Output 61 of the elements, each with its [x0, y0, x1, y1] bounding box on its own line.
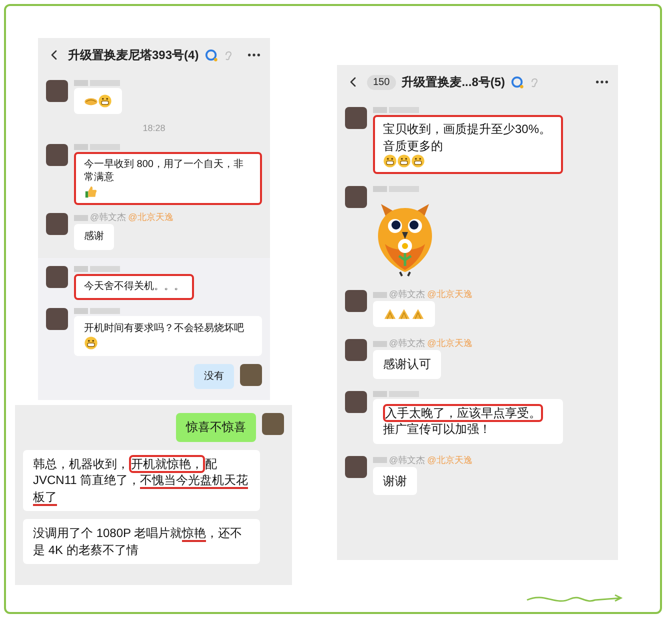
- blurred-name: [90, 308, 120, 314]
- blurred-name: [373, 457, 387, 463]
- grin-emoji-icon: [383, 154, 397, 168]
- blurred-name: [90, 266, 120, 272]
- group-icon[interactable]: [511, 76, 524, 88]
- message-text: 今天舍不得关机。。。: [84, 280, 184, 294]
- avatar-placeholder[interactable]: [240, 364, 262, 386]
- blurred-name: [373, 292, 387, 298]
- message-text: 没有: [204, 370, 224, 384]
- blurred-name: [74, 308, 88, 314]
- chat-title: 升级置换麦...8号(5): [402, 74, 506, 91]
- sender-name: @北京天逸: [128, 213, 174, 222]
- clapping-hands-icon: [397, 307, 411, 321]
- avatar-placeholder[interactable]: [46, 213, 68, 235]
- avatar-placeholder[interactable]: [345, 107, 367, 129]
- unread-count-badge[interactable]: 150: [367, 74, 396, 90]
- clapping-hands-icon: [383, 307, 397, 321]
- blurred-name: [373, 107, 387, 113]
- avatar-placeholder[interactable]: [46, 266, 68, 288]
- message-text: 开机时间有要求吗？不会轻易烧坏吧: [84, 322, 244, 336]
- sender-name: @韩文杰: [90, 213, 126, 222]
- grin-emoji-icon: [397, 154, 411, 168]
- avatar-placeholder[interactable]: [345, 456, 367, 478]
- thumbs-up-icon: [84, 185, 98, 199]
- blurred-name: [74, 80, 88, 86]
- sender-name: @韩文杰: [389, 290, 426, 299]
- message-text: 宝贝收到，画质提升至少30%。音质更多的: [383, 121, 552, 154]
- clapping-hands-icon: [411, 307, 425, 321]
- blurred-name: [373, 186, 387, 192]
- message-text: 今一早收到 800，用了一个自天，非常满意: [84, 158, 244, 185]
- grin-emoji-icon: [84, 336, 98, 350]
- avatar-placeholder[interactable]: [345, 186, 367, 208]
- message-text: 没调用了个 1080P 老唱片就惊艳，还不是 4K 的老蔡不了情: [33, 525, 244, 558]
- avatar-placeholder[interactable]: [262, 413, 284, 435]
- avatar-placeholder[interactable]: [345, 390, 367, 412]
- grin-emoji-icon: [98, 94, 112, 108]
- blurred-name: [74, 266, 88, 272]
- blurred-name: [74, 214, 88, 220]
- message-text: 感谢: [84, 230, 104, 244]
- avatar-placeholder[interactable]: [46, 144, 68, 166]
- blurred-name: [74, 144, 88, 150]
- blurred-name: [373, 390, 387, 396]
- grin-emoji-icon: [411, 154, 425, 168]
- message-text: 谢谢: [383, 472, 407, 489]
- sender-name: @北京天逸: [427, 290, 472, 299]
- message-text: 韩总，机器收到， 开机就惊艳， 配 JVCN11 筒直绝了，不愧当今光盘机天花板了: [33, 456, 250, 505]
- avatar-placeholder[interactable]: [46, 80, 68, 102]
- avatar-placeholder[interactable]: [345, 290, 367, 312]
- group-icon[interactable]: [204, 48, 218, 62]
- sender-name: @北京天逸: [427, 339, 472, 348]
- message-text: 感谢认可: [383, 356, 431, 372]
- message-text: 入手太晚了，应该早点享受。 推广宣传可以加强！: [383, 404, 544, 438]
- blurred-name: [373, 340, 387, 346]
- avatar-placeholder[interactable]: [46, 308, 68, 330]
- sender-name: @韩文杰: [389, 456, 426, 464]
- chat-title: 升级置换麦尼塔393号(4): [68, 47, 199, 64]
- sender-name: @北京天逸: [427, 456, 472, 464]
- avatar-placeholder[interactable]: [345, 339, 367, 361]
- timestamp: 18:28: [142, 122, 166, 135]
- sender-name: @韩文杰: [389, 339, 426, 348]
- message-text: 惊喜不惊喜: [186, 419, 246, 436]
